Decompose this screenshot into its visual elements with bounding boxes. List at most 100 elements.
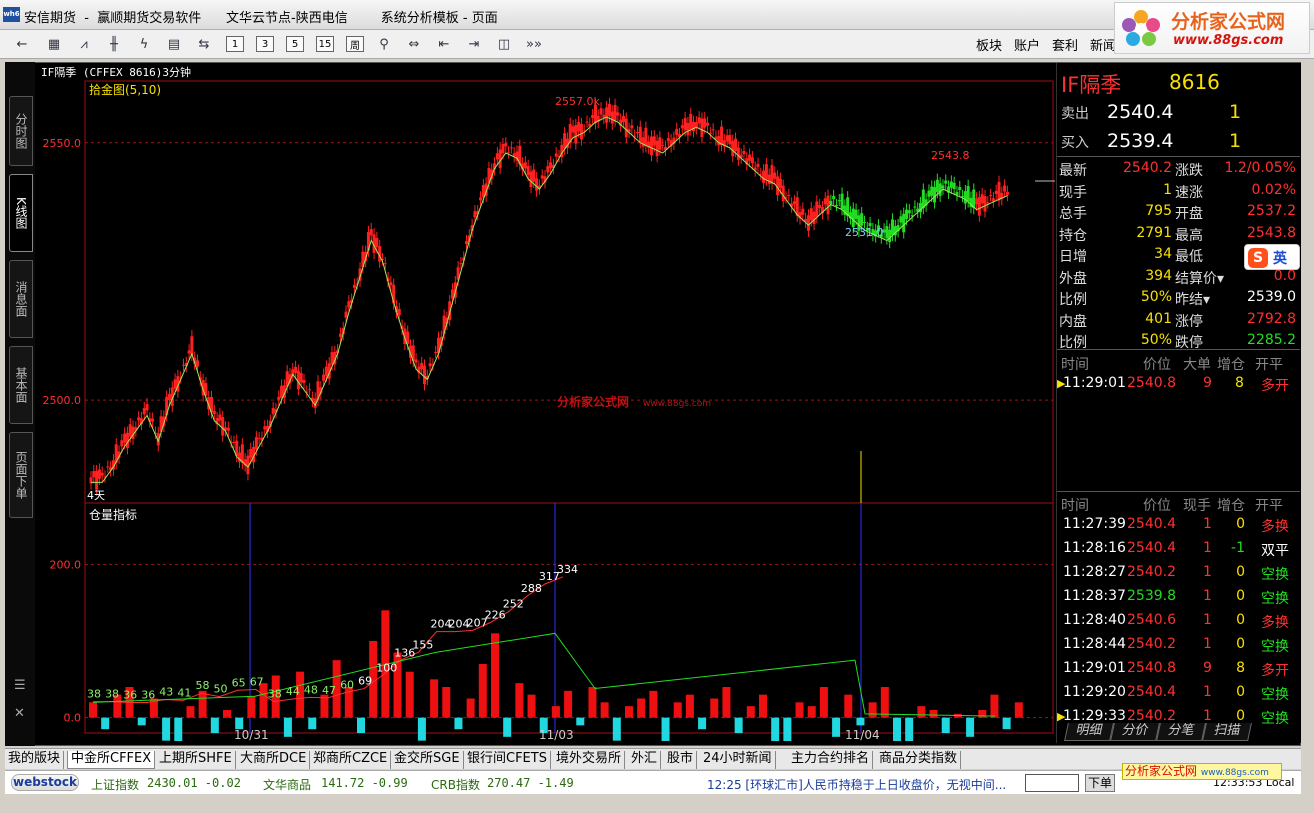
exchange-tab[interactable]: 郑商所CZCE [310,751,392,769]
back-arrow-icon[interactable]: ← [12,35,32,53]
table-icon[interactable]: ▦ [44,35,64,53]
candle-body [347,301,351,308]
menu-bankuai[interactable]: 板块 [972,35,1006,54]
exchange-tab[interactable]: 股市 [664,751,698,769]
exchange-tab[interactable]: 中金所CFFEX [67,751,156,769]
news-ticker[interactable]: 12:25 [环球汇市]人民币持稳于上日收盘价，无视中间... [707,776,1017,793]
list-icon[interactable]: ☰ [14,678,26,693]
shift-right-icon[interactable]: ⇥ [464,35,484,53]
menu-arbitrage[interactable]: 套利 [1048,35,1082,54]
tab-scan[interactable]: 扫描 [1202,723,1252,741]
shift-left-icon[interactable]: ⇤ [434,35,454,53]
webstock-logo[interactable]: webstock [11,774,79,791]
search-icon[interactable]: ⚲ [374,35,394,53]
candle-body [540,175,544,179]
candle-body [397,308,401,316]
tick-row[interactable]: 11:29:20 2540.4 1 0 空换 [1057,681,1300,705]
index1-name: 上证指数 [91,778,140,792]
volume-bar [978,710,987,718]
oi-label: 36 [141,688,155,701]
candle-body [806,215,810,231]
candle-body [661,144,665,146]
candle-body [195,360,199,367]
tick-row[interactable]: 11:28:37 2539.8 1 0 空换 [1057,585,1300,609]
candle-body [226,427,230,431]
volume-bar [442,687,451,718]
tab-news[interactable]: 消息面 [9,260,33,338]
candle-body [459,263,463,265]
exchange-tab[interactable]: 金交所SGE [391,751,464,769]
candle-body [983,196,987,212]
tab-fundamentals[interactable]: 基本面 [9,346,33,424]
close-icon[interactable]: ✕ [14,706,25,721]
period-1-button[interactable]: 1 [226,36,244,52]
candle-body [692,121,696,132]
tick-row[interactable]: 11:29:01 2540.8 9 8 多开 [1057,657,1300,681]
volume-bar [746,706,755,718]
exchange-tab[interactable]: 我的版块 [5,751,65,769]
oi-label: 38 [87,688,101,701]
order-button[interactable]: 下单 [1085,774,1115,792]
expand-icon[interactable]: ⇔ [404,35,424,53]
volume-bar [527,694,536,718]
tick-row[interactable]: 11:28:40 2540.6 1 0 多换 [1057,609,1300,633]
switch-icon[interactable]: ⇆ [194,35,214,53]
tab-timeshare[interactable]: 分时图 [9,96,33,166]
tab-detail[interactable]: 明细 [1064,723,1114,741]
candle-body [554,153,558,157]
tab-order[interactable]: 页面下单 [9,432,33,518]
more-icon[interactable]: »» [524,35,544,53]
candle-body [599,108,603,115]
kline-icon[interactable]: ╫ [104,35,124,53]
tick-row[interactable]: 11:28:44 2540.2 1 0 空换 [1057,633,1300,657]
bigorder-row[interactable]: ▶ 11:29:01 2540.8 9 8 多开 [1057,373,1300,395]
exchange-tab[interactable]: 银行间CFETS [464,751,551,769]
candle-body [731,140,735,157]
candle-body [854,209,858,219]
candle-body [818,205,822,209]
bolt-icon[interactable]: ϟ [134,35,154,53]
tab-ticks[interactable]: 分笔 [1156,723,1206,741]
candle-body [504,143,508,147]
oi-label: 47 [322,684,336,697]
exchange-tab[interactable]: 境外交易所 [553,751,626,769]
candle-body [630,125,634,129]
tick-row[interactable]: 11:28:16 2540.4 1 -1 双平 [1057,537,1300,561]
candle-body [574,125,578,144]
exchange-tab[interactable]: 商品分类指数 [876,751,962,769]
volume-bar [844,694,853,718]
candle-body [652,136,656,146]
period-5-button[interactable]: 5 [286,36,304,52]
period-week-button[interactable]: 周 [346,36,364,52]
candle-body [899,216,903,223]
exchange-tab[interactable]: 外汇 [628,751,662,769]
tick-row[interactable]: 11:27:39 2540.4 1 0 多换 [1057,513,1300,537]
menu-account[interactable]: 账户 [1010,35,1044,54]
line-chart-icon[interactable]: ⩘ [74,35,94,53]
candle-body [375,237,379,248]
tab-kline[interactable]: K线图 [9,174,33,252]
exchange-tab[interactable]: 主力合约排名 [788,751,874,769]
volume-bar [710,698,719,718]
period-15-button[interactable]: 15 [316,36,334,52]
candle-body [666,138,670,142]
candle-body [778,178,782,189]
oi-label: 155 [412,638,433,651]
candle-body [944,180,948,184]
split-icon[interactable]: ◫ [494,35,514,53]
tick-row[interactable]: 11:28:27 2540.2 1 0 空换 [1057,561,1300,585]
quick-search-input[interactable] [1025,774,1079,792]
candle-body [770,165,774,184]
tab-price[interactable]: 分价 [1110,723,1160,741]
exchange-tab[interactable]: 24小时新闻 [700,751,776,769]
kline-chart[interactable]: 2550.0 2500.0 200.0 0.0 IF隔季 (CFFEX 8616)3分… [35,63,1055,741]
save-icon[interactable]: ▤ [164,35,184,53]
period-3-button[interactable]: 3 [256,36,274,52]
candle-body [977,197,981,216]
candle-body [736,147,740,160]
exchange-tab[interactable]: 上期所SHFE [156,751,236,769]
ime-indicator[interactable]: S 英 [1244,244,1300,270]
candle-body [689,113,693,130]
volume-bar [417,717,426,741]
exchange-tab[interactable]: 大商所DCE [237,751,311,769]
